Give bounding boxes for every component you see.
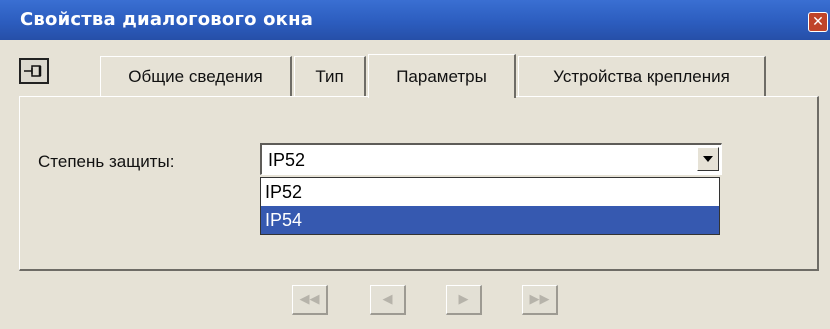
prev-record-button[interactable]: ◀	[370, 285, 406, 315]
next-record-button[interactable]: ▶	[446, 285, 482, 315]
protection-degree-label: Степень защиты:	[38, 152, 175, 171]
first-icon: ◀◀	[299, 292, 320, 307]
pin-icon	[24, 65, 42, 77]
tab-type[interactable]: Тип	[294, 56, 366, 96]
tab-label: Тип	[315, 66, 344, 86]
next-icon: ▶	[458, 292, 469, 307]
last-icon: ▶▶	[529, 292, 550, 307]
prev-icon: ◀	[382, 292, 393, 307]
dropdown-button[interactable]	[697, 147, 719, 171]
option-ip52[interactable]: IP52	[261, 178, 719, 206]
tab-label: Параметры	[396, 66, 487, 86]
tab-parameters[interactable]: Параметры	[368, 54, 516, 98]
last-record-button[interactable]: ▶▶	[522, 285, 558, 315]
dialog-window: Свойства диалогового окна ✕ Общие сведен…	[0, 0, 830, 329]
dropdown-list: IP52 IP54	[260, 177, 720, 235]
tab-mounting-devices[interactable]: Устройства крепления	[518, 56, 766, 96]
title-bar[interactable]: Свойства диалогового окна ✕	[0, 0, 830, 40]
tab-label: Общие сведения	[128, 66, 263, 86]
window-title: Свойства диалогового окна	[20, 9, 314, 30]
close-icon: ✕	[812, 14, 824, 30]
tab-general[interactable]: Общие сведения	[100, 56, 292, 96]
first-record-button[interactable]: ◀◀	[292, 285, 328, 315]
protection-degree-combobox[interactable]: IP52	[260, 143, 722, 175]
close-button[interactable]: ✕	[808, 12, 828, 32]
combobox-value: IP52	[268, 150, 306, 170]
tab-label: Устройства крепления	[553, 66, 730, 86]
pin-button[interactable]	[19, 58, 49, 84]
chevron-down-icon	[703, 156, 713, 162]
option-ip54[interactable]: IP54	[261, 206, 719, 234]
